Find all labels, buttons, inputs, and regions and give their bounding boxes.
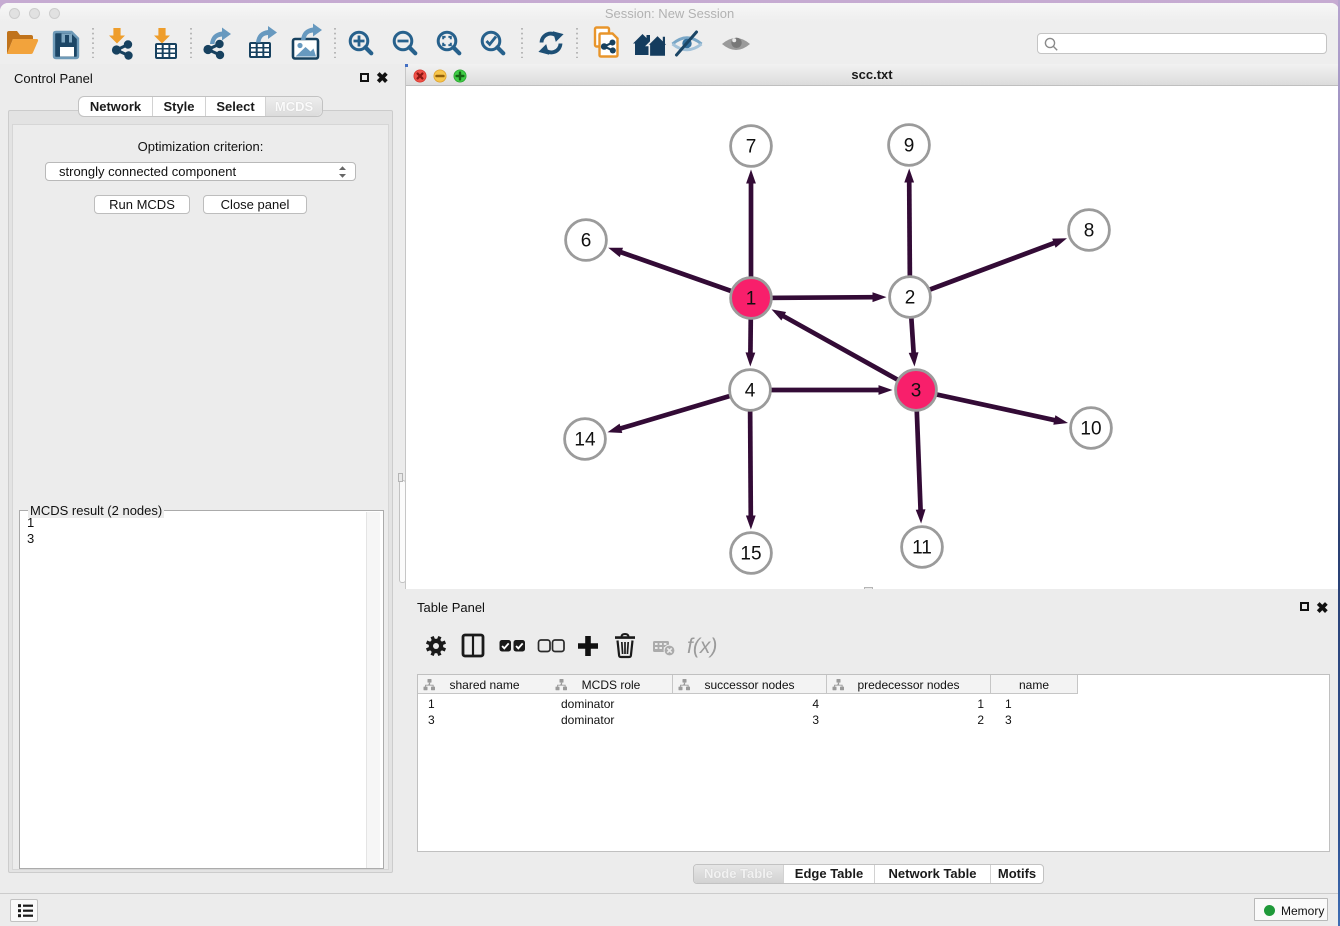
svg-text:7: 7 [746, 137, 757, 158]
svg-text:3: 3 [911, 381, 922, 402]
svg-text:f(x): f(x) [687, 635, 717, 658]
svg-text:4: 4 [745, 381, 756, 402]
svg-text:9: 9 [904, 136, 915, 157]
svg-text:15: 15 [740, 544, 761, 565]
svg-text:8: 8 [1084, 221, 1095, 242]
svg-text:11: 11 [912, 538, 932, 559]
svg-text:14: 14 [574, 430, 596, 451]
svg-text:10: 10 [1080, 419, 1101, 440]
svg-text:6: 6 [581, 231, 592, 252]
svg-text:1: 1 [746, 289, 757, 310]
svg-text:2: 2 [905, 288, 916, 309]
